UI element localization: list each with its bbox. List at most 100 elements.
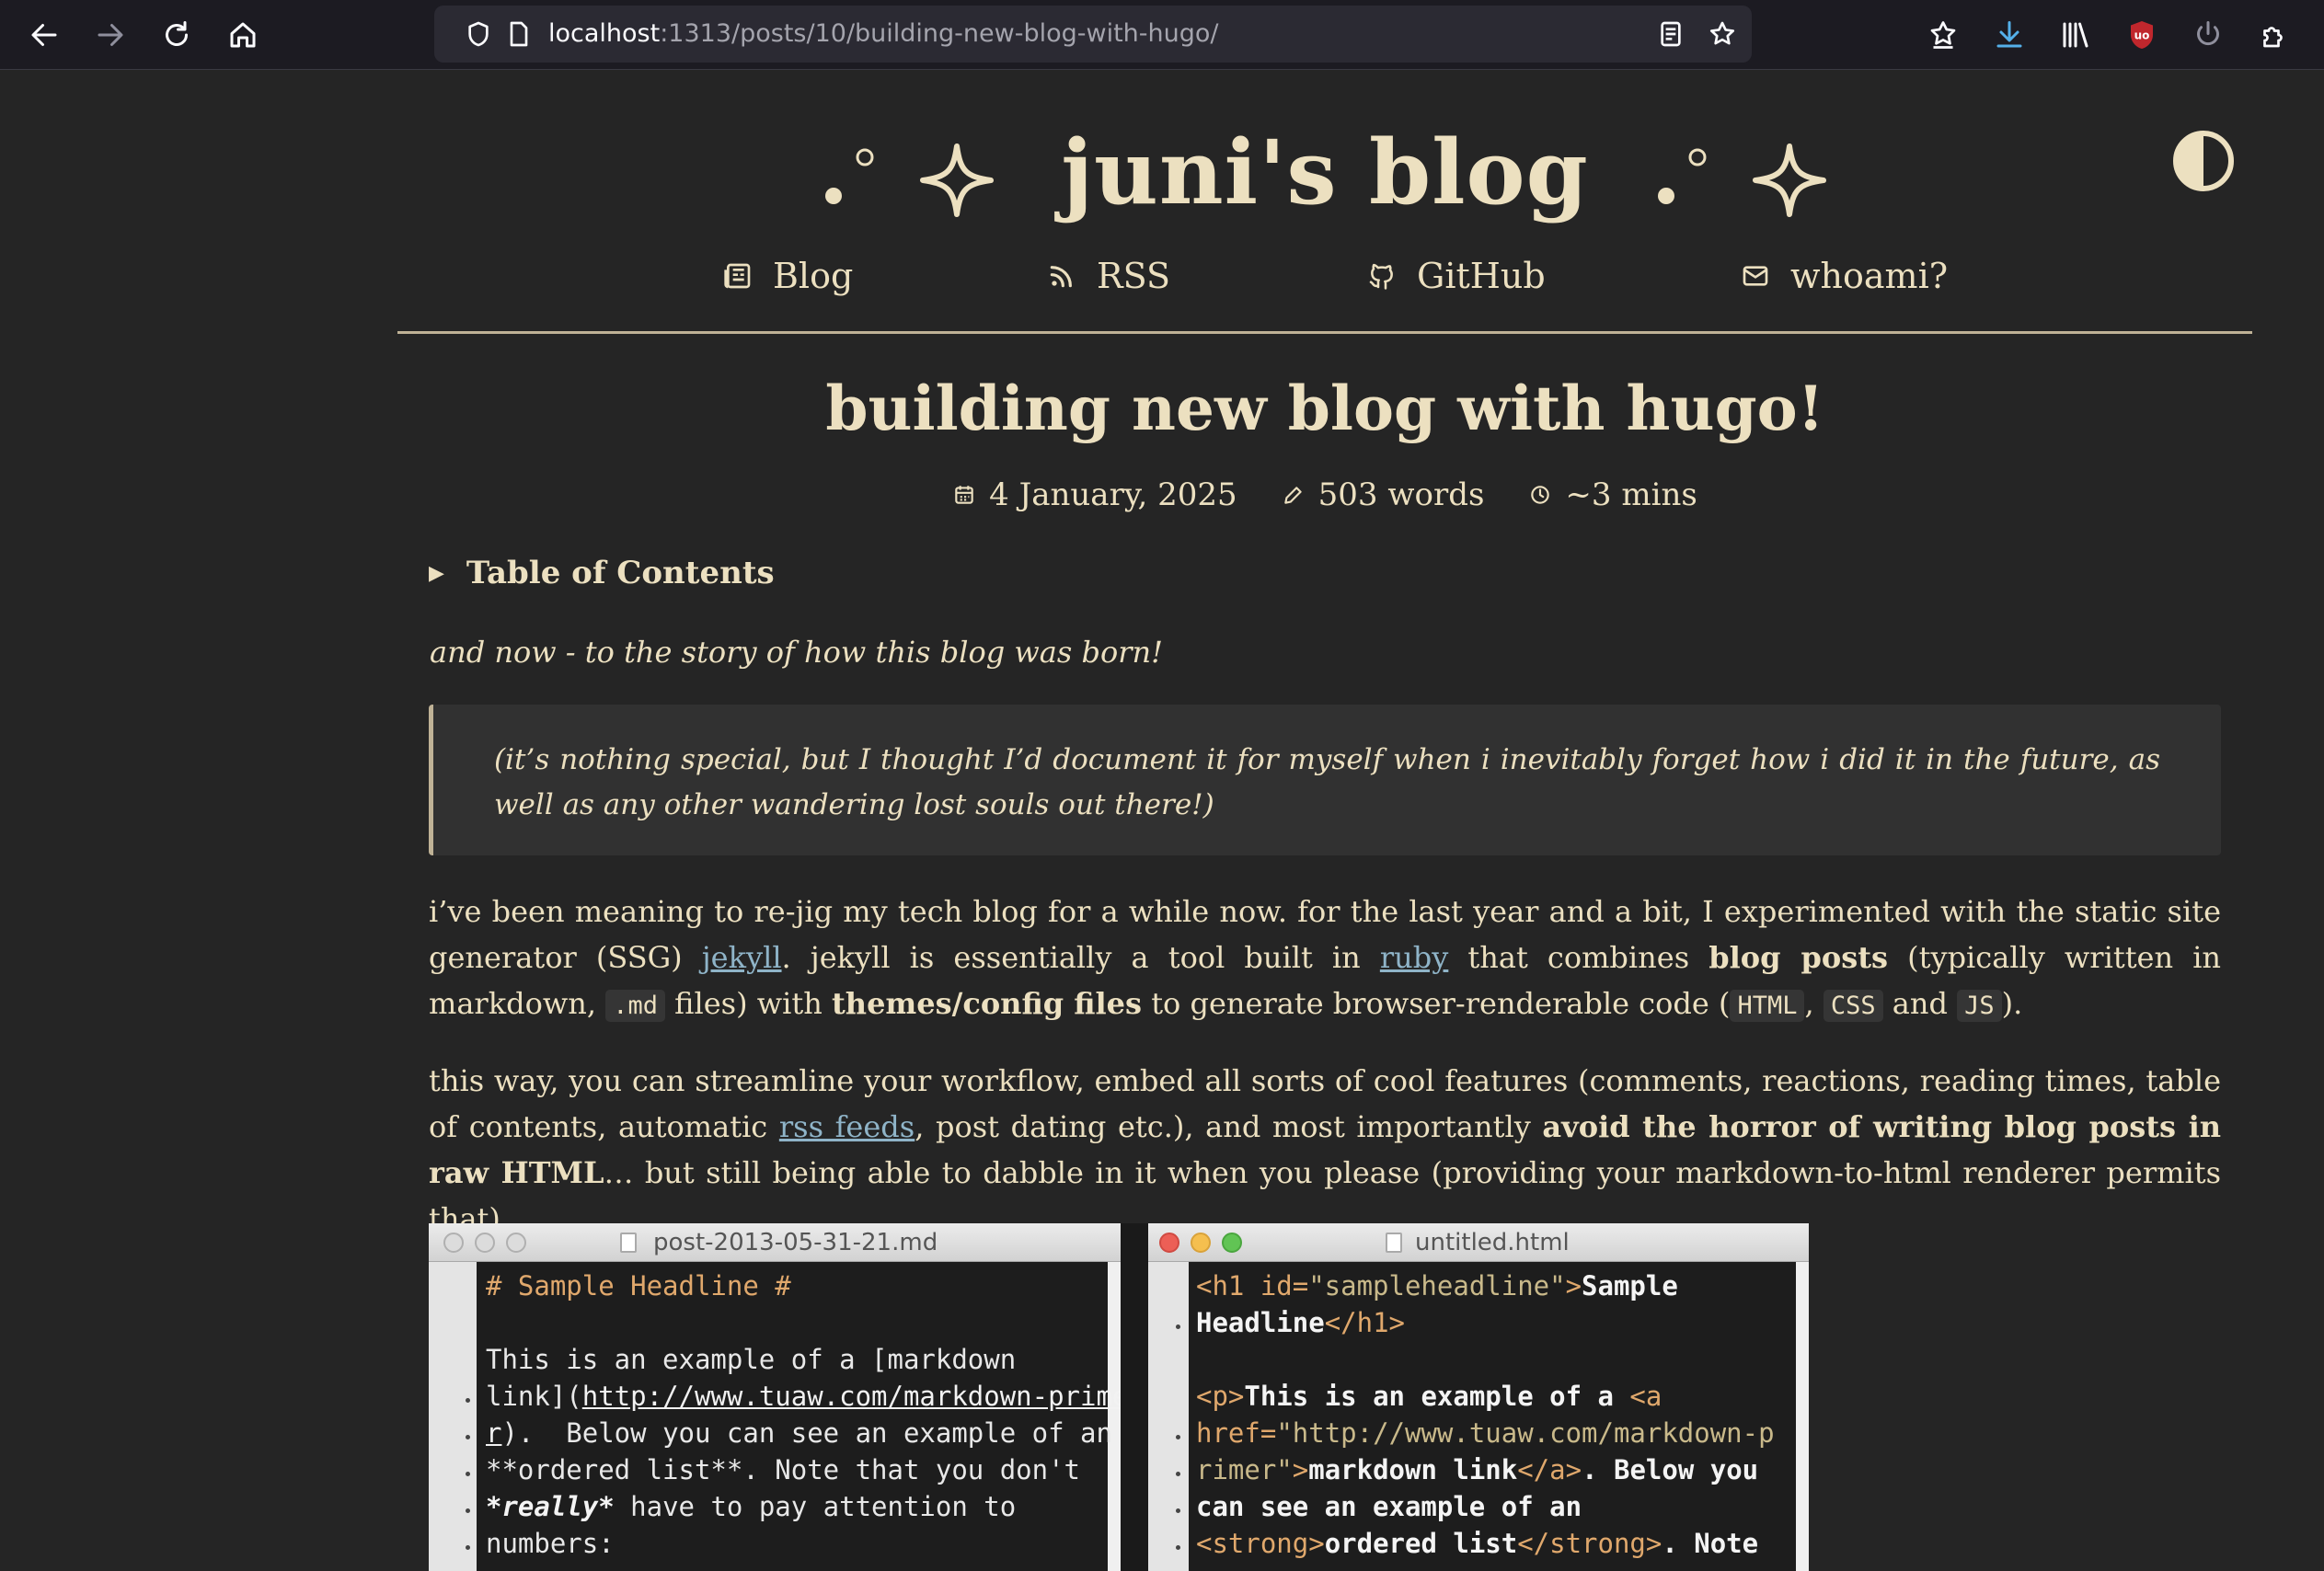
link-ruby[interactable]: ruby	[1380, 940, 1448, 975]
window-titlebar: untitled.html	[1148, 1223, 1809, 1262]
nav-item-blog[interactable]: Blog	[723, 248, 853, 304]
code-text: Headline	[1196, 1307, 1325, 1338]
paragraph-1: i’ve been meaning to re-jig my tech blog…	[429, 889, 2221, 1029]
line-marker	[1176, 1508, 1180, 1513]
zoom-light-icon	[1222, 1233, 1242, 1253]
nav-label: Blog	[773, 256, 854, 296]
code-line: ). Below you can see an example of an	[501, 1417, 1112, 1449]
reader-view-icon[interactable]	[1654, 17, 1687, 51]
bookmark-star-icon[interactable]	[1706, 17, 1739, 51]
bold-text: blog posts	[1708, 940, 1889, 975]
code-string: rimer"	[1196, 1454, 1293, 1485]
code-text: markdown link	[1308, 1454, 1518, 1485]
html-code: <h1 id="sampleheadline">Sample Headline<…	[1196, 1267, 1775, 1562]
url-text[interactable]: localhost:1313/posts/10/building-new-blo…	[548, 6, 1219, 63]
minimize-light-icon	[475, 1233, 495, 1253]
code-link: http://www.tuaw.com/markdown-prime	[581, 1381, 1121, 1412]
reload-icon	[166, 21, 188, 46]
code-tag: <p>	[1196, 1381, 1245, 1412]
text: that combines	[1448, 940, 1709, 975]
code-text: . Below you	[1582, 1454, 1759, 1485]
code-text: . Note	[1662, 1528, 1759, 1559]
nav-item-github[interactable]: GitHub	[1367, 248, 1546, 304]
clock-icon	[1531, 486, 1550, 504]
code-tag: </strong>	[1517, 1528, 1662, 1559]
extensions-button[interactable]	[2250, 11, 2298, 59]
download-icon	[1996, 21, 2022, 48]
code-line: link](	[486, 1381, 582, 1412]
link-jekyll[interactable]: jekyll	[702, 940, 782, 975]
text: and	[1882, 986, 1958, 1021]
inline-code: .md	[605, 990, 665, 1022]
library-icon	[2063, 22, 2088, 48]
inline-code: HTML	[1730, 990, 1805, 1022]
blockquote: (it’s nothing special, but I thought I’d…	[429, 705, 2221, 855]
url-host: localhost	[548, 19, 661, 48]
code-text: can see an example of an	[1196, 1491, 1582, 1522]
line-marker	[466, 1508, 470, 1513]
line-marker	[1176, 1545, 1180, 1550]
rss-icon	[1050, 266, 1072, 288]
editor-gutter	[429, 1262, 477, 1571]
code-line: This is an example of a [markdown	[486, 1344, 1017, 1375]
post-word-count: 503 words	[1282, 476, 1485, 513]
post-read-time-text: ~3 mins	[1565, 476, 1697, 513]
post-date-text: 4 January, 2025	[989, 476, 1237, 513]
arrow-left-icon	[31, 24, 57, 46]
shield-icon[interactable]	[462, 17, 495, 51]
line-marker	[1176, 1472, 1180, 1476]
code-tag: href=	[1196, 1417, 1277, 1449]
minimize-light-icon	[1191, 1233, 1211, 1253]
code-text: This is an example of a	[1244, 1381, 1630, 1412]
ublock-button[interactable]: uo	[2118, 11, 2166, 59]
code-tag: </a>	[1517, 1454, 1582, 1485]
code-tag: <strong>	[1196, 1528, 1325, 1559]
window-title: untitled.html	[1415, 1229, 1570, 1256]
site-title[interactable]: juni's blog	[397, 99, 2252, 247]
file-icon	[620, 1233, 637, 1253]
file-icon	[1386, 1233, 1402, 1253]
power-icon	[2197, 21, 2219, 46]
line-marker	[1176, 1435, 1180, 1439]
bold-text: themes/config files	[832, 986, 1143, 1021]
power-button[interactable]	[2184, 11, 2232, 59]
inline-code: JS	[1957, 990, 2002, 1022]
close-light-icon	[443, 1233, 464, 1253]
post-word-count-text: 503 words	[1317, 476, 1485, 513]
downloads-button[interactable]	[1985, 11, 2033, 59]
html-output-window: untitled.html <h1 id="sampleheadline">Sa…	[1148, 1223, 1809, 1571]
code-string: "sampleheadline"	[1308, 1270, 1566, 1302]
sparkle-dot-icon	[1658, 148, 1707, 205]
code-string: "http://www.tuaw.com/markdown-p	[1276, 1417, 1775, 1449]
back-button[interactable]	[20, 11, 68, 59]
text: . jekyll is essentially a tool built in	[781, 940, 1380, 975]
page-icon[interactable]	[502, 17, 535, 51]
code-tag: <a	[1629, 1381, 1662, 1412]
pocket-button[interactable]	[1919, 11, 1967, 59]
nav-item-rss[interactable]: RSS	[1047, 248, 1170, 304]
line-marker	[466, 1545, 470, 1550]
table-of-contents-toggle[interactable]: ▶ Table of Contents	[429, 555, 775, 591]
header-divider	[397, 331, 2252, 334]
reload-button[interactable]	[153, 11, 201, 59]
four-point-star-icon	[919, 143, 994, 218]
toc-label: Table of Contents	[466, 555, 775, 591]
post-intro: and now - to the story of how this blog …	[430, 635, 1163, 670]
link-rss-feeds[interactable]: rss feeds	[779, 1109, 915, 1144]
line-marker	[466, 1435, 470, 1439]
post-title: building new blog with hugo!	[825, 373, 1824, 444]
paragraph-2: this way, you can streamline your workfl…	[429, 1058, 2221, 1242]
star-list-icon	[1930, 21, 1956, 49]
four-point-star-icon	[1752, 143, 1826, 218]
home-button[interactable]	[219, 11, 267, 59]
code-tag: <h1 id=	[1196, 1270, 1309, 1302]
library-button[interactable]	[2052, 11, 2100, 59]
address-bar[interactable]: localhost:1313/posts/10/building-new-blo…	[434, 6, 1752, 63]
nav-label: whoami?	[1790, 256, 1949, 296]
markdown-code: # Sample Headline # This is an example o…	[486, 1267, 1121, 1562]
nav-item-whoami[interactable]: whoami?	[1741, 248, 1948, 304]
nav-label: RSS	[1097, 256, 1171, 296]
pencil-icon	[1283, 487, 1302, 504]
text: , post dating etc.), and most importantl…	[915, 1109, 1543, 1144]
forward-button[interactable]	[86, 11, 134, 59]
